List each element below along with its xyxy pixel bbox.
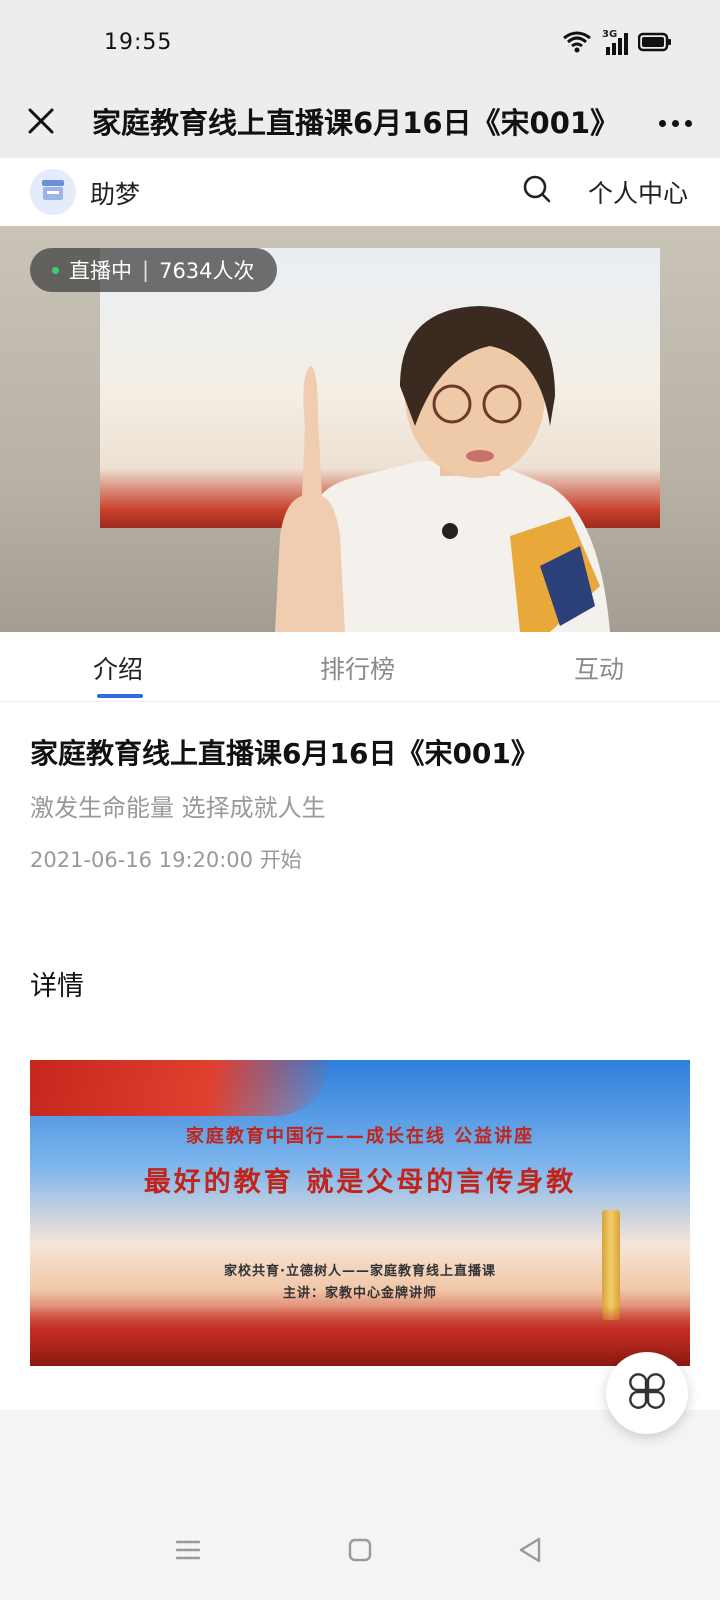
live-video-player[interactable]: 直播中 | 7634人次 <box>0 226 720 632</box>
more-dots-icon <box>658 119 666 127</box>
search-button[interactable] <box>522 174 558 210</box>
more-button[interactable] <box>652 100 698 146</box>
system-navigation-bar <box>0 1502 720 1600</box>
intro-content: 家庭教育线上直播课6月16日《宋001》 激发生命能量 选择成就人生 2021-… <box>0 702 720 1410</box>
active-tab-indicator <box>97 694 143 698</box>
banner-city-skyline <box>30 1306 690 1366</box>
tab-intro[interactable]: 介绍 <box>93 650 143 686</box>
tab-interaction[interactable]: 互动 <box>574 650 624 686</box>
floating-menu-button[interactable] <box>606 1352 688 1434</box>
detail-banner-image: 家庭教育中国行——成长在线 公益讲座 最好的教育 就是父母的言传身教 家校共育·… <box>30 1060 690 1366</box>
shop-name[interactable]: 助梦 <box>90 175 140 211</box>
close-icon <box>27 107 55 139</box>
cell-signal-icon: 3G <box>602 29 628 55</box>
wifi-icon <box>562 30 592 58</box>
badge-separator: | <box>142 258 150 282</box>
live-start-time: 2021-06-16 19:20:00 开始 <box>30 848 302 872</box>
banner-slogan: 最好的教育 就是父母的言传身教 <box>143 1167 577 1198</box>
nav-back-button[interactable] <box>510 1532 550 1572</box>
banner-headline: 家庭教育中国行——成长在线 公益讲座 <box>185 1126 535 1147</box>
clover-grid-icon <box>625 1369 669 1417</box>
title-bar: 家庭教育线上直播课6月16日《宋001》 <box>0 88 720 158</box>
details-heading: 详情 <box>30 971 84 1002</box>
live-subtitle: 激发生命能量 选择成就人生 <box>30 794 326 822</box>
menu-lines-icon <box>174 1538 202 1566</box>
banner-course-line: 家校共育·立德树人——家庭教育线上直播课 <box>224 1264 496 1279</box>
live-status-badge: 直播中 | 7634人次 <box>30 248 277 292</box>
shop-header: 助梦 个人中心 <box>0 158 720 226</box>
profile-link[interactable]: 个人中心 <box>588 174 688 210</box>
back-triangle-icon <box>517 1536 543 1568</box>
status-icons: 3G <box>562 29 672 58</box>
live-dot-icon <box>52 266 59 274</box>
status-time: 19:55 <box>104 30 173 55</box>
shop-avatar[interactable] <box>30 169 76 215</box>
search-icon <box>522 175 552 208</box>
nav-menu-button[interactable] <box>168 1532 208 1572</box>
home-square-icon <box>347 1537 373 1567</box>
banner-flag <box>30 1060 330 1116</box>
tab-bar: 介绍 排行榜 互动 <box>0 632 720 702</box>
store-icon <box>40 178 66 206</box>
viewer-count: 7634人次 <box>159 259 255 283</box>
nav-home-button[interactable] <box>340 1532 380 1572</box>
live-status-label: 直播中 <box>69 259 132 283</box>
live-title: 家庭教育线上直播课6月16日《宋001》 <box>30 737 539 770</box>
close-button[interactable] <box>18 100 64 146</box>
banner-speaker-line: 主讲：家教中心金牌讲师 <box>282 1286 437 1301</box>
presenter-figure <box>275 306 610 632</box>
banner-pillar <box>602 1210 620 1320</box>
network-type-label: 3G <box>602 29 618 40</box>
page-title: 家庭教育线上直播课6月16日《宋001》 <box>92 106 620 140</box>
status-bar: 19:55 3G <box>0 0 720 88</box>
tab-ranking[interactable]: 排行榜 <box>320 650 395 686</box>
battery-icon <box>637 32 672 56</box>
